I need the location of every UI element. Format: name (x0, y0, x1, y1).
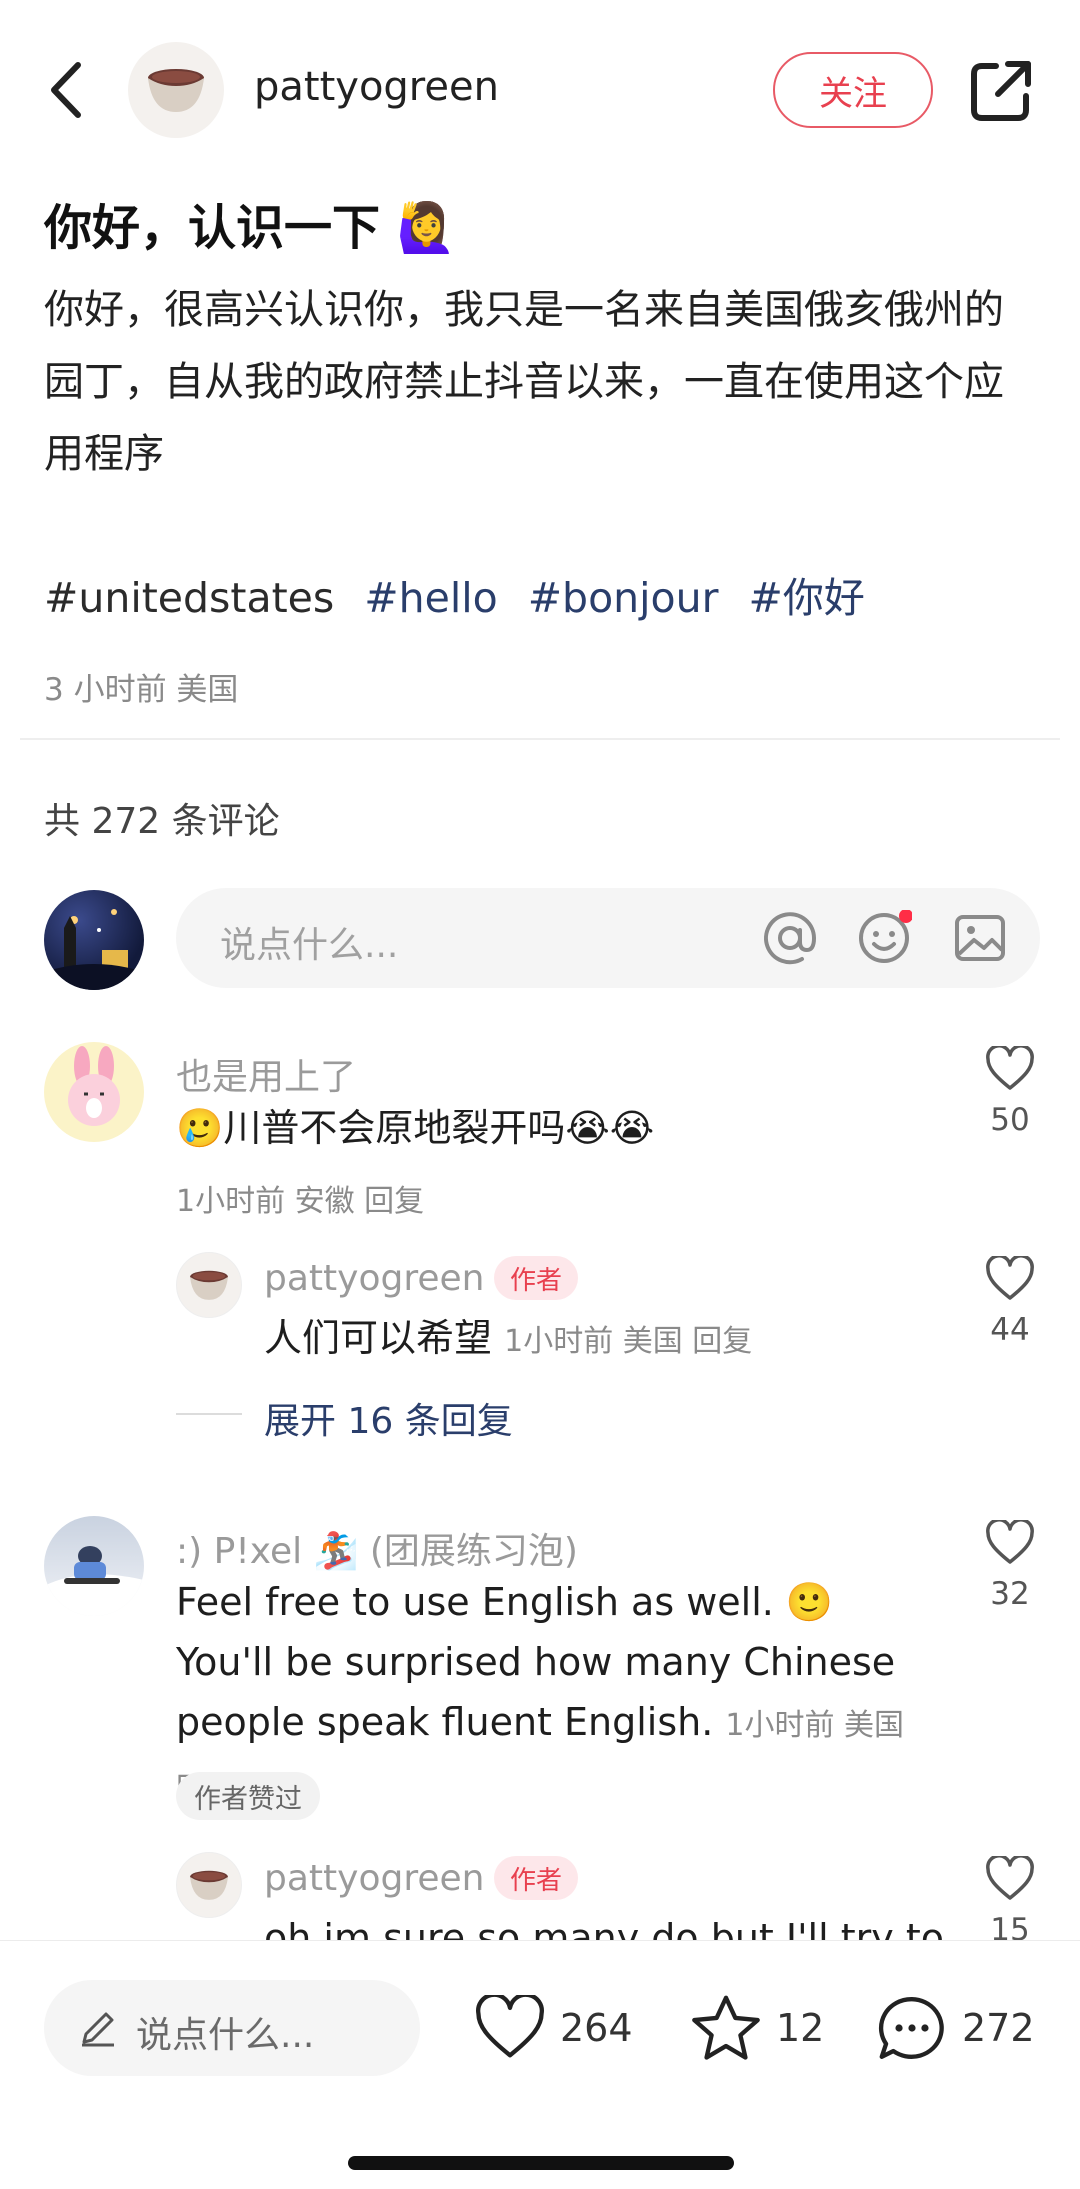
follow-button[interactable]: 关注 (773, 52, 933, 128)
comment-input[interactable]: 说点什么... (176, 888, 1040, 988)
bottom-input-placeholder: 说点什么... (136, 2015, 315, 2056)
post-tags: #unitedstates #hello #bonjour #你好 (44, 564, 895, 624)
like-count: 44 (990, 1312, 1030, 1348)
bowl-icon (148, 69, 204, 112)
chat-bubble-icon[interactable] (876, 1993, 948, 2063)
comment-post-button[interactable]: 272 (876, 1990, 1035, 2066)
like-count: 32 (990, 1576, 1030, 1612)
like-count: 50 (990, 1102, 1030, 1138)
reply-text-body: 人们可以希望 (264, 1316, 493, 1360)
comment-meta[interactable]: 1小时前 安徽 回复 (176, 1176, 424, 1220)
commenter-avatar[interactable] (44, 1042, 144, 1142)
image-icon[interactable] (952, 910, 1008, 966)
reply-avatar[interactable] (176, 1852, 242, 1918)
reply-like[interactable]: 44 (970, 1254, 1050, 1348)
reply-like[interactable]: 15 (970, 1854, 1050, 1948)
pencil-icon (82, 2012, 114, 2047)
mention-icon[interactable] (762, 910, 818, 966)
post-meta: 3 小时前 美国 (44, 672, 239, 708)
tag-link[interactable]: #hello (364, 574, 497, 622)
divider (20, 738, 1060, 740)
reply-author-name[interactable]: pattyogreen (264, 1258, 484, 1299)
collect-post-button[interactable]: 12 (690, 1990, 824, 2066)
commenter-avatar[interactable] (44, 1516, 144, 1616)
tag-link[interactable]: #unitedstates (44, 574, 334, 622)
author-badge: 作者 (494, 1856, 579, 1900)
reply-meta[interactable]: 1小时前 美国 回复 (504, 1324, 752, 1359)
home-indicator[interactable] (348, 2156, 734, 2170)
post-title: 你好，认识一下 🙋‍♀️ (44, 200, 457, 256)
post-comment-count: 272 (962, 2006, 1035, 2050)
post-star-count: 12 (776, 2006, 825, 2050)
author-badge: 作者 (494, 1256, 579, 1300)
heart-icon[interactable] (985, 1044, 1035, 1092)
reply-avatar[interactable] (176, 1252, 242, 1318)
top-bar: pattyogreen 关注 (0, 0, 1080, 180)
back-icon[interactable] (40, 55, 100, 125)
share-icon[interactable] (968, 58, 1034, 124)
star-icon[interactable] (690, 1993, 762, 2063)
tag-link[interactable]: #bonjour (528, 574, 719, 622)
reply-author-name[interactable]: pattyogreen (264, 1858, 484, 1899)
heart-icon[interactable] (985, 1518, 1035, 1566)
heart-icon[interactable] (474, 1995, 546, 2061)
reply-text: 人们可以希望 1小时前 美国 回复 (264, 1308, 752, 1372)
heart-icon[interactable] (985, 1854, 1035, 1902)
post-like-count: 264 (560, 2006, 633, 2050)
heart-icon[interactable] (985, 1254, 1035, 1302)
comment-input-placeholder: 说点什么... (220, 925, 399, 966)
author-avatar[interactable] (128, 42, 224, 138)
commenter-name[interactable]: 也是用上了 (176, 1048, 356, 1100)
my-avatar (44, 890, 144, 990)
like-post-button[interactable]: 264 (474, 1990, 633, 2066)
bowl-icon (190, 1270, 228, 1300)
expand-divider (176, 1413, 242, 1415)
post-body: 你好，很高兴认识你，我只是一名来自美国俄亥俄州的园丁，自从我的政府禁止抖音以来，… (44, 287, 1004, 477)
bottom-comment-input[interactable]: 说点什么... (44, 1980, 420, 2076)
comment-text: 🥲川普不会原地裂开吗😭😭 (176, 1106, 655, 1150)
comment-like[interactable]: 50 (970, 1044, 1050, 1138)
expand-replies-link[interactable]: 展开 16 条回复 (264, 1392, 513, 1444)
comment-like[interactable]: 32 (970, 1518, 1050, 1612)
author-username[interactable]: pattyogreen (254, 64, 499, 110)
comments-count: 共 272 条评论 (44, 801, 280, 842)
tag-link[interactable]: #你好 (748, 574, 864, 622)
emoji-icon[interactable] (856, 909, 913, 966)
commenter-name[interactable]: :) P!xel 🏂 (团展练习泡) (176, 1522, 578, 1574)
bowl-icon (190, 1870, 228, 1900)
author-liked-chip: 作者赞过 (176, 1772, 320, 1820)
